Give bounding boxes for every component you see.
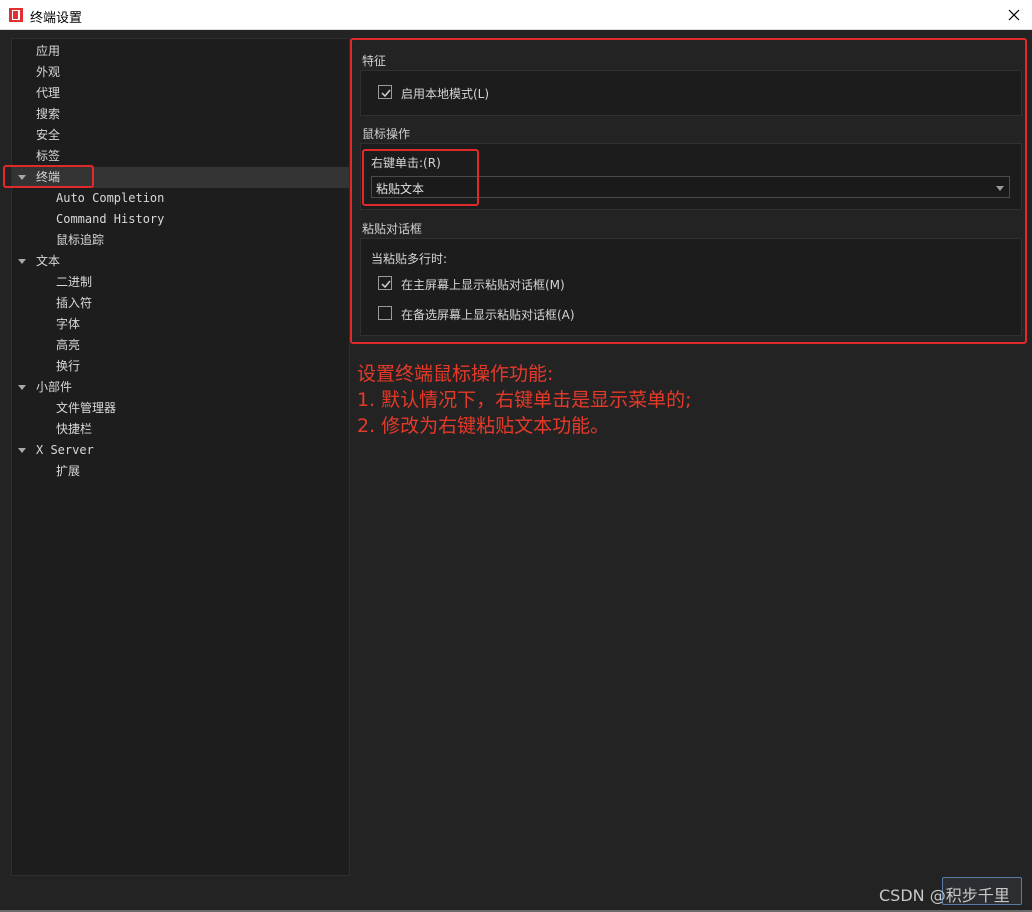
local-mode-label[interactable]: 启用本地模式(L) [401, 85, 489, 102]
tree-item-file-manager[interactable]: 文件管理器 [56, 398, 116, 419]
tree-item-font[interactable]: 字体 [56, 314, 80, 335]
tree-item-quickbar[interactable]: 快捷栏 [56, 419, 92, 440]
main-screen-checkbox[interactable] [378, 276, 392, 290]
watermark: CSDN @积步千里 [879, 886, 1010, 905]
tree-item-mouse-tracking[interactable]: 鼠标追踪 [56, 230, 104, 251]
app-logo-icon [9, 8, 23, 22]
tree-item-text[interactable]: 文本 [36, 251, 60, 272]
annotation-line-1: 设置终端鼠标操作功能: [357, 363, 554, 385]
right-click-label: 右键单击:(R) [371, 156, 441, 170]
tree-item-proxy[interactable]: 代理 [36, 83, 60, 104]
annotation-text: 设置终端鼠标操作功能: 1. 默认情况下，右键单击是显示菜单的; 2. 修改为右… [357, 361, 692, 439]
tree-item-terminal-row[interactable]: 终端 [12, 167, 349, 188]
multiline-label: 当粘贴多行时: [371, 252, 448, 266]
alt-screen-checkbox[interactable] [378, 306, 392, 320]
section-title-paste-dialog: 粘贴对话框 [362, 222, 423, 236]
tree-item-search[interactable]: 搜索 [36, 104, 60, 125]
tree-item-security[interactable]: 安全 [36, 125, 60, 146]
settings-tree: 应用 外观 代理 搜索 安全 标签 终端 Auto Completion Com… [11, 38, 350, 876]
tree-item-tabs[interactable]: 标签 [36, 146, 60, 167]
tree-item-command-history[interactable]: Command History [56, 209, 164, 230]
tree-item-caret[interactable]: 插入符 [56, 293, 92, 314]
annotation-line-3: 2. 修改为右键粘贴文本功能。 [357, 415, 610, 437]
tree-item-binary[interactable]: 二进制 [56, 272, 92, 293]
section-title-feature: 特征 [362, 54, 387, 68]
annotation-line-2: 1. 默认情况下，右键单击是显示菜单的; [357, 389, 692, 411]
tree-item-app[interactable]: 应用 [36, 41, 60, 62]
checkmark-icon [381, 89, 391, 98]
right-click-value: 粘贴文本 [376, 182, 425, 196]
close-icon [1008, 9, 1020, 21]
tree-item-terminal: 终端 [36, 170, 61, 184]
close-button[interactable] [996, 0, 1032, 30]
expand-arrow-icon[interactable] [18, 448, 26, 453]
checkmark-icon [381, 280, 391, 289]
expand-arrow-icon[interactable] [18, 175, 26, 180]
main-screen-label[interactable]: 在主屏幕上显示粘贴对话框(M) [401, 276, 565, 293]
expand-arrow-icon[interactable] [18, 259, 26, 264]
tree-item-extensions[interactable]: 扩展 [56, 461, 80, 482]
chevron-down-icon [996, 186, 1004, 191]
section-title-mouse: 鼠标操作 [362, 127, 411, 141]
tree-item-auto-completion[interactable]: Auto Completion [56, 188, 164, 209]
right-click-select[interactable]: 粘贴文本 [371, 176, 1010, 198]
tree-item-widgets[interactable]: 小部件 [36, 377, 72, 398]
tree-item-wrap[interactable]: 换行 [56, 356, 80, 377]
tree-item-x-server[interactable]: X Server [36, 440, 94, 461]
tree-item-highlight[interactable]: 高亮 [56, 335, 80, 356]
local-mode-checkbox[interactable] [378, 85, 392, 99]
tree-item-appearance[interactable]: 外观 [36, 62, 60, 83]
title-bar: 终端设置 [0, 0, 1032, 30]
alt-screen-label[interactable]: 在备选屏幕上显示粘贴对话框(A) [401, 306, 575, 323]
window-title: 终端设置 [30, 11, 83, 26]
expand-arrow-icon[interactable] [18, 385, 26, 390]
